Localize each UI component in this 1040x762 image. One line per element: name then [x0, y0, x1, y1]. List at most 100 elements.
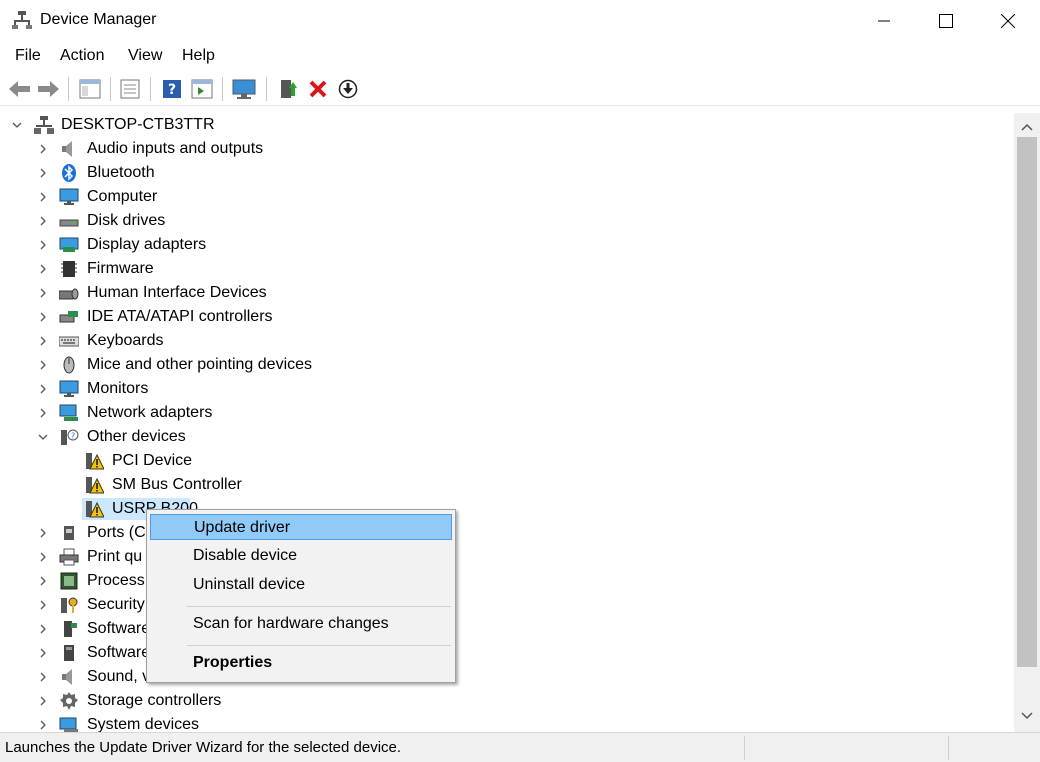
- monitor-icon: [59, 379, 79, 399]
- chevron-right-icon[interactable]: [35, 621, 51, 637]
- tree-category[interactable]: Bluetooth: [0, 161, 1000, 185]
- tree-category[interactable]: Human Interface Devices: [0, 281, 1000, 305]
- chevron-right-icon[interactable]: [35, 237, 51, 253]
- scrollbar-thumb[interactable]: [1017, 137, 1037, 667]
- properties-icon: [120, 79, 140, 99]
- console-tree-icon: [79, 79, 101, 99]
- chevron-right-icon[interactable]: [35, 597, 51, 613]
- chevron-right-icon[interactable]: [35, 549, 51, 565]
- help-toolbar-button[interactable]: ?: [160, 77, 184, 101]
- chevron-right-icon[interactable]: [35, 381, 51, 397]
- menu-action[interactable]: Action: [60, 47, 104, 65]
- toolbar-separator: [110, 77, 111, 101]
- tree-root[interactable]: DESKTOP-CTB3TTR: [0, 113, 1000, 137]
- minimize-icon: [878, 20, 890, 22]
- tree-item-label: System devices: [87, 716, 200, 732]
- action-pane-button[interactable]: [190, 77, 214, 101]
- disable-device-toolbar-button[interactable]: [336, 77, 360, 101]
- chevron-right-icon[interactable]: [35, 309, 51, 325]
- menu-update-driver[interactable]: Update driver: [150, 514, 452, 540]
- tree-category[interactable]: Disk drives: [0, 209, 1000, 233]
- display-adapter-icon: [59, 235, 79, 255]
- system-devices-icon: [59, 715, 79, 732]
- scroll-up-icon[interactable]: [1021, 121, 1033, 133]
- tree-item-label: Software: [87, 620, 151, 637]
- chevron-right-icon[interactable]: [35, 693, 51, 709]
- tree-category[interactable]: ? Other devices: [0, 425, 1000, 449]
- chevron-right-icon[interactable]: [35, 141, 51, 157]
- toolbar: ?: [0, 72, 1040, 106]
- show-hide-console-tree-button[interactable]: [78, 77, 102, 101]
- chevron-down-icon[interactable]: [9, 117, 25, 133]
- software-device-icon: [59, 643, 79, 663]
- down-arrow-circle-icon: [338, 79, 358, 99]
- toolbar-separator: [150, 77, 151, 101]
- chevron-right-icon[interactable]: [35, 189, 51, 205]
- menu-uninstall-device-label: Uninstall device: [193, 576, 306, 593]
- tree-item-label: Process: [87, 572, 145, 589]
- tree-item-label: Monitors: [87, 380, 149, 397]
- vertical-scrollbar[interactable]: [1014, 113, 1040, 732]
- forward-button[interactable]: [36, 77, 60, 101]
- help-icon: ?: [163, 80, 181, 98]
- scroll-down-icon[interactable]: [1021, 710, 1033, 722]
- chevron-right-icon[interactable]: [35, 333, 51, 349]
- chevron-right-icon[interactable]: [35, 645, 51, 661]
- tree-device[interactable]: PCI Device: [0, 449, 1000, 473]
- forward-arrow-icon: [38, 81, 59, 97]
- software-component-icon: [59, 619, 79, 639]
- menu-separator: [187, 645, 451, 646]
- chevron-right-icon[interactable]: [35, 285, 51, 301]
- close-button[interactable]: [976, 0, 1040, 42]
- keyboard-icon: [59, 331, 79, 351]
- update-driver-toolbar-button[interactable]: [276, 77, 300, 101]
- maximize-button[interactable]: [914, 0, 978, 42]
- chevron-down-icon[interactable]: [35, 429, 51, 445]
- tree-category[interactable]: Keyboards: [0, 329, 1000, 353]
- chevron-right-icon[interactable]: [35, 669, 51, 685]
- tree-category[interactable]: Mice and other pointing devices: [0, 353, 1000, 377]
- menu-update-driver-label: Update driver: [194, 519, 291, 536]
- tree-category[interactable]: Monitors: [0, 377, 1000, 401]
- tree-category[interactable]: Firmware: [0, 257, 1000, 281]
- properties-toolbar-button[interactable]: [118, 77, 142, 101]
- tree-category[interactable]: System devices: [0, 713, 1000, 732]
- menu-disable-device[interactable]: Disable device: [150, 543, 452, 569]
- menu-bar: File Action View Help: [0, 42, 1040, 70]
- tree-category[interactable]: Storage controllers: [0, 689, 1000, 713]
- back-arrow-icon: [9, 81, 30, 97]
- chevron-right-icon[interactable]: [35, 717, 51, 732]
- menu-help[interactable]: Help: [182, 47, 215, 65]
- warning-device-icon: [84, 451, 104, 471]
- svg-text:?: ?: [71, 432, 75, 441]
- chevron-right-icon[interactable]: [35, 357, 51, 373]
- tree-category[interactable]: Display adapters: [0, 233, 1000, 257]
- uninstall-device-toolbar-button[interactable]: [306, 77, 330, 101]
- tree-device[interactable]: SM Bus Controller: [0, 473, 1000, 497]
- tree-category[interactable]: Audio inputs and outputs: [0, 137, 1000, 161]
- menu-file[interactable]: File: [15, 47, 41, 65]
- chevron-right-icon[interactable]: [35, 165, 51, 181]
- menu-scan-hardware[interactable]: Scan for hardware changes: [150, 611, 452, 637]
- tree-category[interactable]: Computer: [0, 185, 1000, 209]
- ports-icon: [59, 523, 79, 543]
- chevron-right-icon[interactable]: [35, 525, 51, 541]
- menu-view[interactable]: View: [128, 47, 162, 65]
- menu-uninstall-device[interactable]: Uninstall device: [150, 572, 452, 598]
- processor-icon: [59, 571, 79, 591]
- chevron-right-icon[interactable]: [35, 213, 51, 229]
- menu-properties[interactable]: Properties: [150, 650, 452, 676]
- chevron-right-icon[interactable]: [35, 405, 51, 421]
- tree-item-label: Human Interface Devices: [87, 284, 267, 301]
- tree-category[interactable]: Network adapters: [0, 401, 1000, 425]
- back-button[interactable]: [8, 77, 32, 101]
- network-adapter-icon: [59, 403, 79, 423]
- tree-category[interactable]: IDE ATA/ATAPI controllers: [0, 305, 1000, 329]
- chevron-right-icon[interactable]: [35, 573, 51, 589]
- minimize-button[interactable]: [852, 0, 916, 42]
- update-driver-icon: [281, 80, 297, 98]
- chevron-right-icon[interactable]: [35, 261, 51, 277]
- tree-item-label: Mice and other pointing devices: [87, 356, 313, 373]
- firmware-icon: [59, 259, 79, 279]
- scan-hardware-button[interactable]: [232, 77, 256, 101]
